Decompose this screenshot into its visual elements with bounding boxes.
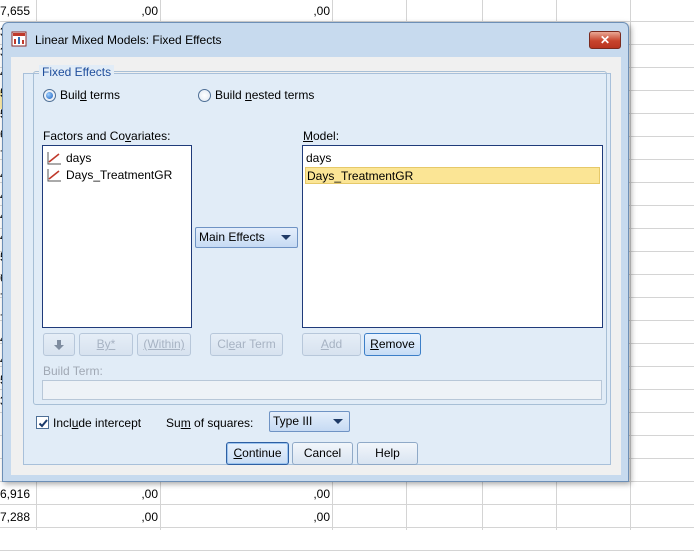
add-button[interactable]: Add (302, 333, 361, 356)
within-button[interactable]: (Within) (137, 333, 191, 356)
build-terms-label[interactable]: Build terms (60, 88, 120, 102)
chevron-down-icon (333, 419, 343, 424)
cell[interactable]: ,00 (100, 508, 158, 527)
list-item[interactable]: Days_TreatmentGR (46, 167, 172, 183)
sum-of-squares-label: Sum of squares: (166, 416, 254, 430)
grid-line (630, 0, 631, 530)
dialog-title: Linear Mixed Models: Fixed Effects (35, 33, 222, 47)
fixed-effects-dialog: Linear Mixed Models: Fixed Effects ✕ Fix… (2, 22, 629, 482)
factors-covariates-list[interactable]: days Days_TreatmentGR (42, 145, 192, 328)
build-terms-radio[interactable] (43, 89, 56, 102)
model-list[interactable]: days Days_TreatmentGR (302, 145, 603, 328)
checkmark-icon (38, 419, 48, 428)
grid-line (0, 527, 694, 528)
build-term-field[interactable] (42, 380, 602, 400)
effect-type-dropdown[interactable]: Main Effects (195, 227, 298, 248)
list-item[interactable]: days (306, 150, 331, 166)
help-button[interactable]: Help (357, 442, 418, 465)
build-nested-terms-label[interactable]: Build nested terms (215, 88, 314, 102)
remove-button[interactable]: Remove (364, 333, 421, 356)
scale-variable-icon (47, 169, 61, 182)
clear-term-button[interactable]: Clear Term (210, 333, 283, 356)
fixed-effects-group-title: Fixed Effects (39, 65, 115, 79)
include-intercept-label[interactable]: Include intercept (53, 416, 141, 430)
include-intercept-checkbox[interactable] (36, 416, 49, 429)
model-label: Model: (303, 129, 340, 143)
list-item[interactable]: days (46, 150, 91, 166)
cell[interactable]: ,00 (270, 508, 330, 527)
sum-of-squares-value: Type III (273, 414, 313, 428)
cell[interactable]: ,00 (100, 2, 158, 21)
cell[interactable]: ,00 (270, 2, 330, 21)
build-nested-terms-radio[interactable] (198, 89, 211, 102)
close-button[interactable]: ✕ (589, 31, 621, 49)
chevron-down-icon (281, 235, 291, 240)
build-term-label: Build Term: (43, 364, 103, 378)
factors-covariates-label: Factors and Covariates: (43, 129, 171, 143)
app-icon (11, 31, 27, 47)
cell[interactable]: 6,916 (0, 485, 32, 504)
sum-of-squares-dropdown[interactable]: Type III (269, 411, 350, 432)
list-item-selected[interactable]: Days_TreatmentGR (305, 167, 600, 184)
scale-variable-icon (47, 152, 61, 165)
cell[interactable]: ,00 (270, 485, 330, 504)
title-bar[interactable]: Linear Mixed Models: Fixed Effects ✕ (3, 23, 628, 53)
cell[interactable]: ,00 (100, 485, 158, 504)
continue-button[interactable]: Continue (226, 442, 289, 465)
effect-type-value: Main Effects (199, 230, 265, 244)
by-button[interactable]: By* (79, 333, 133, 356)
cell[interactable]: 7,288 (0, 508, 32, 527)
row-value-stub: 7,655 (0, 4, 31, 18)
move-down-button[interactable] (43, 333, 75, 356)
cancel-button[interactable]: Cancel (292, 442, 353, 465)
grid-line (0, 504, 694, 505)
arrow-down-icon (54, 340, 64, 350)
